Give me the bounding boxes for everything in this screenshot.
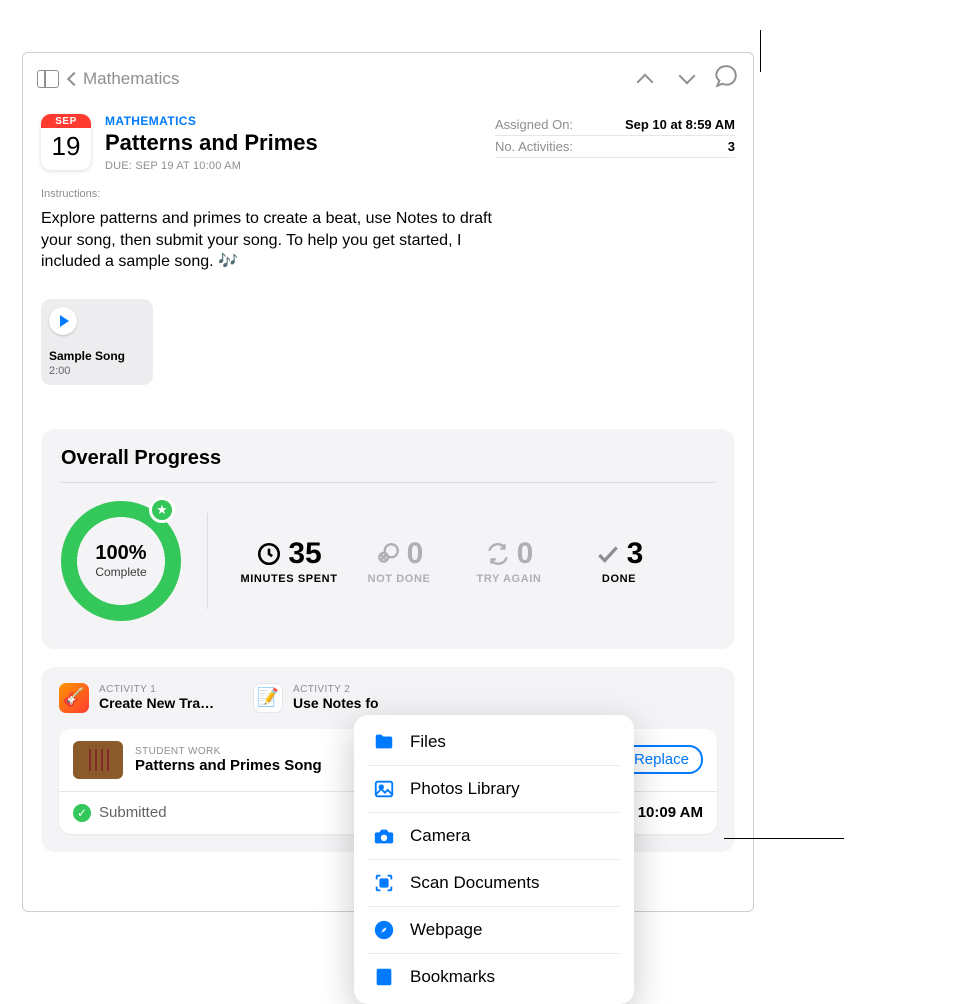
stat-minutes: 35 MINUTES SPENT	[234, 537, 344, 585]
progress-title: Overall Progress	[61, 447, 715, 470]
stat-done: 3 DONE	[564, 537, 674, 585]
popover-label: Scan Documents	[410, 873, 539, 893]
sample-song-card[interactable]: Sample Song 2:00	[41, 299, 153, 385]
attach-popover: Files Photos Library Camera Scan Documen…	[354, 715, 634, 1004]
due-label: DUE: SEP 19 AT 10:00 AM	[105, 160, 318, 172]
overall-progress-card: Overall Progress ★ 100% Complete 35 MINU…	[41, 429, 735, 649]
try-again-label: TRY AGAIN	[477, 573, 542, 585]
messages-icon[interactable]	[713, 63, 739, 94]
popover-label: Photos Library	[410, 779, 520, 799]
top-nav: Mathematics	[23, 53, 753, 104]
chevron-left-icon	[67, 71, 81, 85]
instructions-body: Explore patterns and primes to create a …	[41, 208, 511, 273]
done-value: 3	[627, 537, 644, 571]
scan-icon	[372, 871, 396, 895]
calendar-month: SEP	[41, 114, 91, 128]
progress-ring: ★ 100% Complete	[61, 501, 181, 621]
activities-value: 3	[728, 139, 735, 154]
popover-label: Files	[410, 732, 446, 752]
not-done-icon	[375, 541, 401, 567]
sample-title: Sample Song	[49, 349, 145, 363]
popover-label: Camera	[410, 826, 470, 846]
progress-percent: 100%	[95, 542, 146, 565]
calendar-badge: SEP 19	[41, 114, 91, 170]
activity-1-title: Create New Tra…	[99, 695, 214, 711]
bookmark-icon	[372, 965, 396, 989]
back-label: Mathematics	[83, 69, 179, 89]
popover-item-files[interactable]: Files	[354, 719, 634, 765]
not-done-value: 0	[407, 537, 424, 571]
popover-item-bookmarks[interactable]: Bookmarks	[368, 953, 620, 1000]
assigned-on-value: Sep 10 at 8:59 AM	[625, 117, 735, 132]
safari-icon	[372, 918, 396, 942]
popover-item-scan[interactable]: Scan Documents	[368, 859, 620, 906]
try-again-icon	[485, 541, 511, 567]
not-done-label: NOT DONE	[368, 573, 431, 585]
back-button[interactable]: Mathematics	[69, 69, 179, 89]
assignment-title: Patterns and Primes	[105, 130, 318, 156]
assignment-meta: Assigned On: Sep 10 at 8:59 AM No. Activ…	[495, 114, 735, 158]
callout-line	[760, 30, 761, 72]
garageband-icon: 🎸	[59, 683, 89, 713]
assigned-on-label: Assigned On:	[495, 117, 573, 132]
chevron-down-icon[interactable]	[679, 67, 696, 84]
submitted-label: Submitted	[99, 804, 167, 821]
popover-item-photos[interactable]: Photos Library	[368, 765, 620, 812]
activity-2[interactable]: 📝 ACTIVITY 2 Use Notes fo	[253, 683, 423, 713]
subject-label: MATHEMATICS	[105, 114, 318, 128]
activity-2-label: ACTIVITY 2	[293, 684, 379, 695]
instructions-block: Instructions: Explore patterns and prime…	[23, 180, 753, 289]
submitted-time: 10:09 AM	[638, 804, 703, 821]
calendar-day: 19	[41, 128, 91, 164]
song-thumbnail	[73, 741, 123, 779]
progress-percent-label: Complete	[95, 565, 146, 579]
popover-label: Webpage	[410, 920, 482, 940]
minutes-value: 35	[288, 537, 321, 571]
camera-icon	[372, 824, 396, 848]
play-button[interactable]	[49, 307, 77, 335]
popover-label: Bookmarks	[410, 967, 495, 987]
activity-1[interactable]: 🎸 ACTIVITY 1 Create New Tra…	[59, 683, 229, 713]
checkmark-icon	[595, 541, 621, 567]
instructions-label: Instructions:	[41, 188, 735, 200]
clock-icon	[256, 541, 282, 567]
sidebar-toggle-icon[interactable]	[37, 70, 59, 88]
submitted-check-icon: ✓	[73, 804, 91, 822]
minutes-label: MINUTES SPENT	[240, 573, 337, 585]
try-again-value: 0	[517, 537, 534, 571]
sample-duration: 2:00	[49, 365, 145, 377]
popover-item-camera[interactable]: Camera	[368, 812, 620, 859]
stat-try-again: 0 TRY AGAIN	[454, 537, 564, 585]
chevron-up-icon[interactable]	[637, 73, 654, 90]
assignment-header: SEP 19 MATHEMATICS Patterns and Primes D…	[23, 104, 753, 180]
photo-icon	[372, 777, 396, 801]
stat-not-done: 0 NOT DONE	[344, 537, 454, 585]
popover-item-webpage[interactable]: Webpage	[368, 906, 620, 953]
folder-icon	[372, 730, 396, 754]
callout-line	[724, 838, 844, 839]
play-icon	[60, 315, 69, 327]
done-label: DONE	[602, 573, 636, 585]
notes-icon: 📝	[253, 683, 283, 713]
activity-2-title: Use Notes fo	[293, 695, 379, 711]
activity-1-label: ACTIVITY 1	[99, 684, 214, 695]
star-badge-icon: ★	[149, 497, 175, 523]
activities-label: No. Activities:	[495, 139, 573, 154]
